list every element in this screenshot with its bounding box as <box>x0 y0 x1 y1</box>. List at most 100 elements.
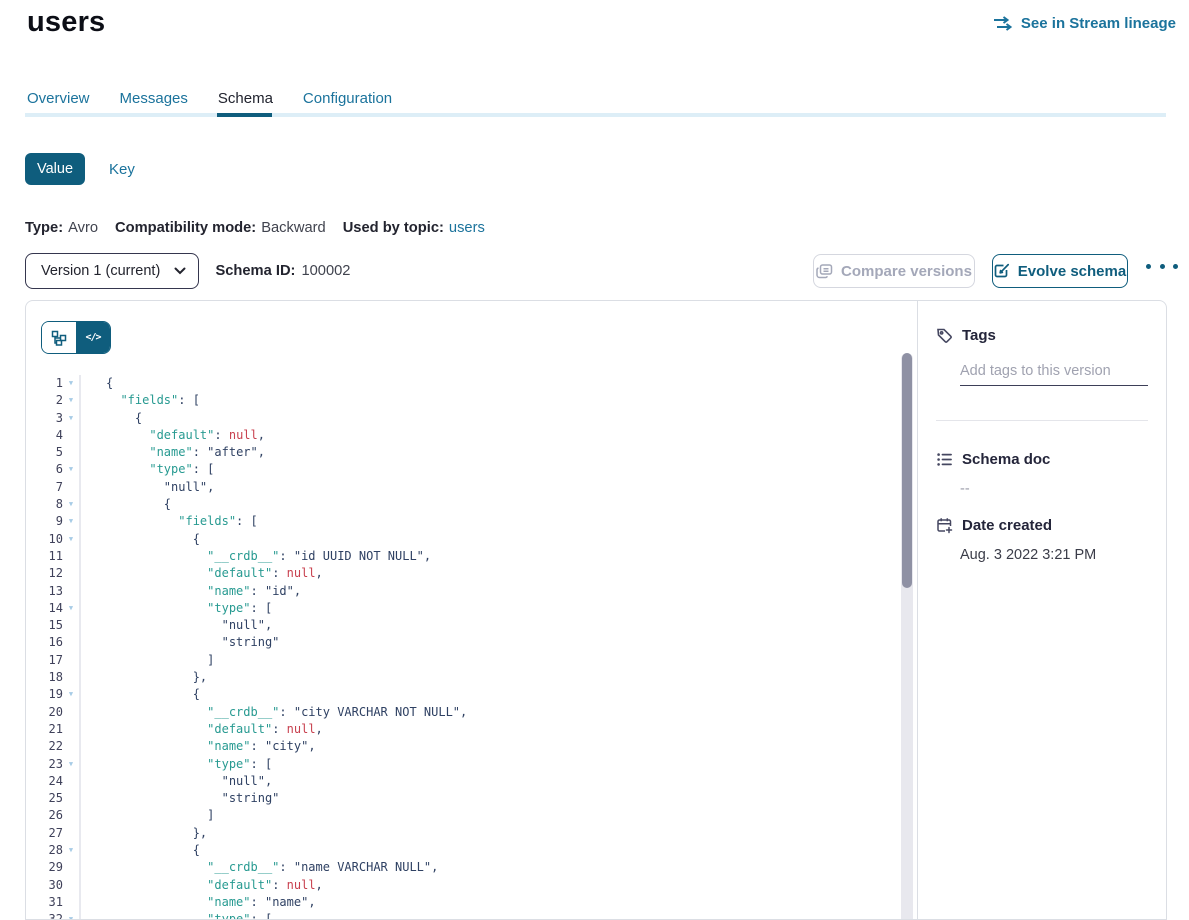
used-by-topic-label: Used by topic: <box>343 220 444 236</box>
stream-lineage-link[interactable]: See in Stream lineage <box>993 15 1176 32</box>
schema-id-label: Schema ID: <box>215 263 295 279</box>
code-text: "default": null, <box>79 721 899 738</box>
tab-schema[interactable]: Schema <box>218 90 273 113</box>
code-editor[interactable]: 1▼{2▼ "fields": [3▼ {4 "default": null,5… <box>26 375 899 919</box>
code-text: "null", <box>79 479 899 496</box>
code-text: "type": [ <box>79 461 899 478</box>
code-text: "fields": [ <box>79 513 899 530</box>
more-options-button[interactable] <box>1146 264 1178 269</box>
line-number: 27 <box>34 825 63 842</box>
line-number: 3 <box>34 410 63 427</box>
version-select[interactable]: Version 1 (current) <box>25 253 199 289</box>
code-text: "name": "name", <box>79 894 899 911</box>
collapse-arrow-icon[interactable]: ▼ <box>63 531 79 548</box>
list-icon <box>936 451 953 468</box>
code-text: "name": "after", <box>79 444 899 461</box>
collapse-arrow-icon[interactable]: ▼ <box>63 496 79 513</box>
collapse-arrow-icon[interactable]: ▼ <box>63 756 79 773</box>
tab-bar: Overview Messages Schema Configuration <box>27 90 392 113</box>
tab-messages[interactable]: Messages <box>120 90 188 113</box>
compatibility-label: Compatibility mode: <box>115 220 256 236</box>
code-line: 16 "string" <box>26 634 899 651</box>
collapse-arrow-placeholder <box>63 738 79 755</box>
collapse-arrow-placeholder <box>63 790 79 807</box>
line-number: 25 <box>34 790 63 807</box>
code-line: 13 "name": "id", <box>26 583 899 600</box>
collapse-arrow-placeholder <box>63 565 79 582</box>
code-line: 32▼ "type": [ <box>26 911 899 919</box>
value-toggle-button[interactable]: Value <box>25 153 85 185</box>
collapse-arrow-placeholder <box>63 669 79 686</box>
code-text: "string" <box>79 790 899 807</box>
code-text: "type": [ <box>79 600 899 617</box>
tree-view-icon <box>51 330 67 346</box>
evolve-schema-button[interactable]: Evolve schema <box>992 254 1128 288</box>
tab-underline-track <box>25 113 1166 117</box>
line-number: 14 <box>34 600 63 617</box>
line-number: 7 <box>34 479 63 496</box>
used-by-topic-link[interactable]: users <box>449 220 485 236</box>
schema-sidebar: Tags Schema doc -- Date created <box>917 301 1166 919</box>
line-number: 12 <box>34 565 63 582</box>
line-number: 21 <box>34 721 63 738</box>
collapse-arrow-icon[interactable]: ▼ <box>63 686 79 703</box>
line-number: 10 <box>34 531 63 548</box>
collapse-arrow-icon[interactable]: ▼ <box>63 410 79 427</box>
compare-versions-label: Compare versions <box>841 263 972 280</box>
code-line: 20 "__crdb__": "city VARCHAR NOT NULL", <box>26 704 899 721</box>
code-view-icon: </> <box>85 332 100 343</box>
collapse-arrow-icon[interactable]: ▼ <box>63 461 79 478</box>
code-line: 22 "name": "city", <box>26 738 899 755</box>
tags-input[interactable] <box>960 361 1148 386</box>
collapse-arrow-placeholder <box>63 427 79 444</box>
collapse-arrow-icon[interactable]: ▼ <box>63 513 79 530</box>
type-meta: Type: Avro <box>25 220 98 236</box>
code-line: 15 "null", <box>26 617 899 634</box>
collapse-arrow-icon[interactable]: ▼ <box>63 911 79 919</box>
collapse-arrow-placeholder <box>63 894 79 911</box>
value-key-toggle: Value Key <box>25 153 135 185</box>
code-text: "default": null, <box>79 427 899 444</box>
code-line: 4 "default": null, <box>26 427 899 444</box>
schema-panel: </> 1▼{2▼ "fields": [3▼ {4 "default": nu… <box>25 300 1167 920</box>
line-number: 23 <box>34 756 63 773</box>
line-number: 2 <box>34 392 63 409</box>
tab-configuration[interactable]: Configuration <box>303 90 392 113</box>
schema-doc-section-header: Schema doc <box>936 451 1148 468</box>
sidebar-divider <box>936 420 1148 421</box>
schema-doc-value: -- <box>960 481 1148 497</box>
collapse-arrow-placeholder <box>63 773 79 790</box>
schema-id: Schema ID: 100002 <box>215 253 350 289</box>
line-number: 16 <box>34 634 63 651</box>
tags-title: Tags <box>962 327 996 344</box>
line-number: 19 <box>34 686 63 703</box>
collapse-arrow-icon[interactable]: ▼ <box>63 375 79 392</box>
compatibility-meta: Compatibility mode: Backward <box>115 220 326 236</box>
stream-lineage-label: See in Stream lineage <box>1021 15 1176 32</box>
code-text: "__crdb__": "city VARCHAR NOT NULL", <box>79 704 899 721</box>
tab-overview[interactable]: Overview <box>27 90 90 113</box>
stream-lineage-icon <box>993 16 1013 31</box>
code-text: ] <box>79 652 899 669</box>
collapse-arrow-placeholder <box>63 583 79 600</box>
collapse-arrow-icon[interactable]: ▼ <box>63 600 79 617</box>
collapse-arrow-placeholder <box>63 617 79 634</box>
collapse-arrow-placeholder <box>63 652 79 669</box>
code-text: "fields": [ <box>79 392 899 409</box>
code-line: 24 "null", <box>26 773 899 790</box>
compare-versions-icon <box>816 264 833 279</box>
edit-icon <box>994 263 1010 279</box>
line-number: 6 <box>34 461 63 478</box>
key-toggle-button[interactable]: Key <box>109 161 135 178</box>
code-line: 5 "name": "after", <box>26 444 899 461</box>
compatibility-value: Backward <box>261 220 326 236</box>
scrollbar-thumb[interactable] <box>902 353 912 588</box>
collapse-arrow-icon[interactable]: ▼ <box>63 842 79 859</box>
tree-view-button[interactable] <box>42 322 76 353</box>
used-by-topic-meta: Used by topic: users <box>343 220 485 236</box>
code-view-button[interactable]: </> <box>76 322 110 353</box>
line-number: 26 <box>34 807 63 824</box>
collapse-arrow-icon[interactable]: ▼ <box>63 392 79 409</box>
compare-versions-button[interactable]: Compare versions <box>813 254 975 288</box>
code-line: 8▼ { <box>26 496 899 513</box>
